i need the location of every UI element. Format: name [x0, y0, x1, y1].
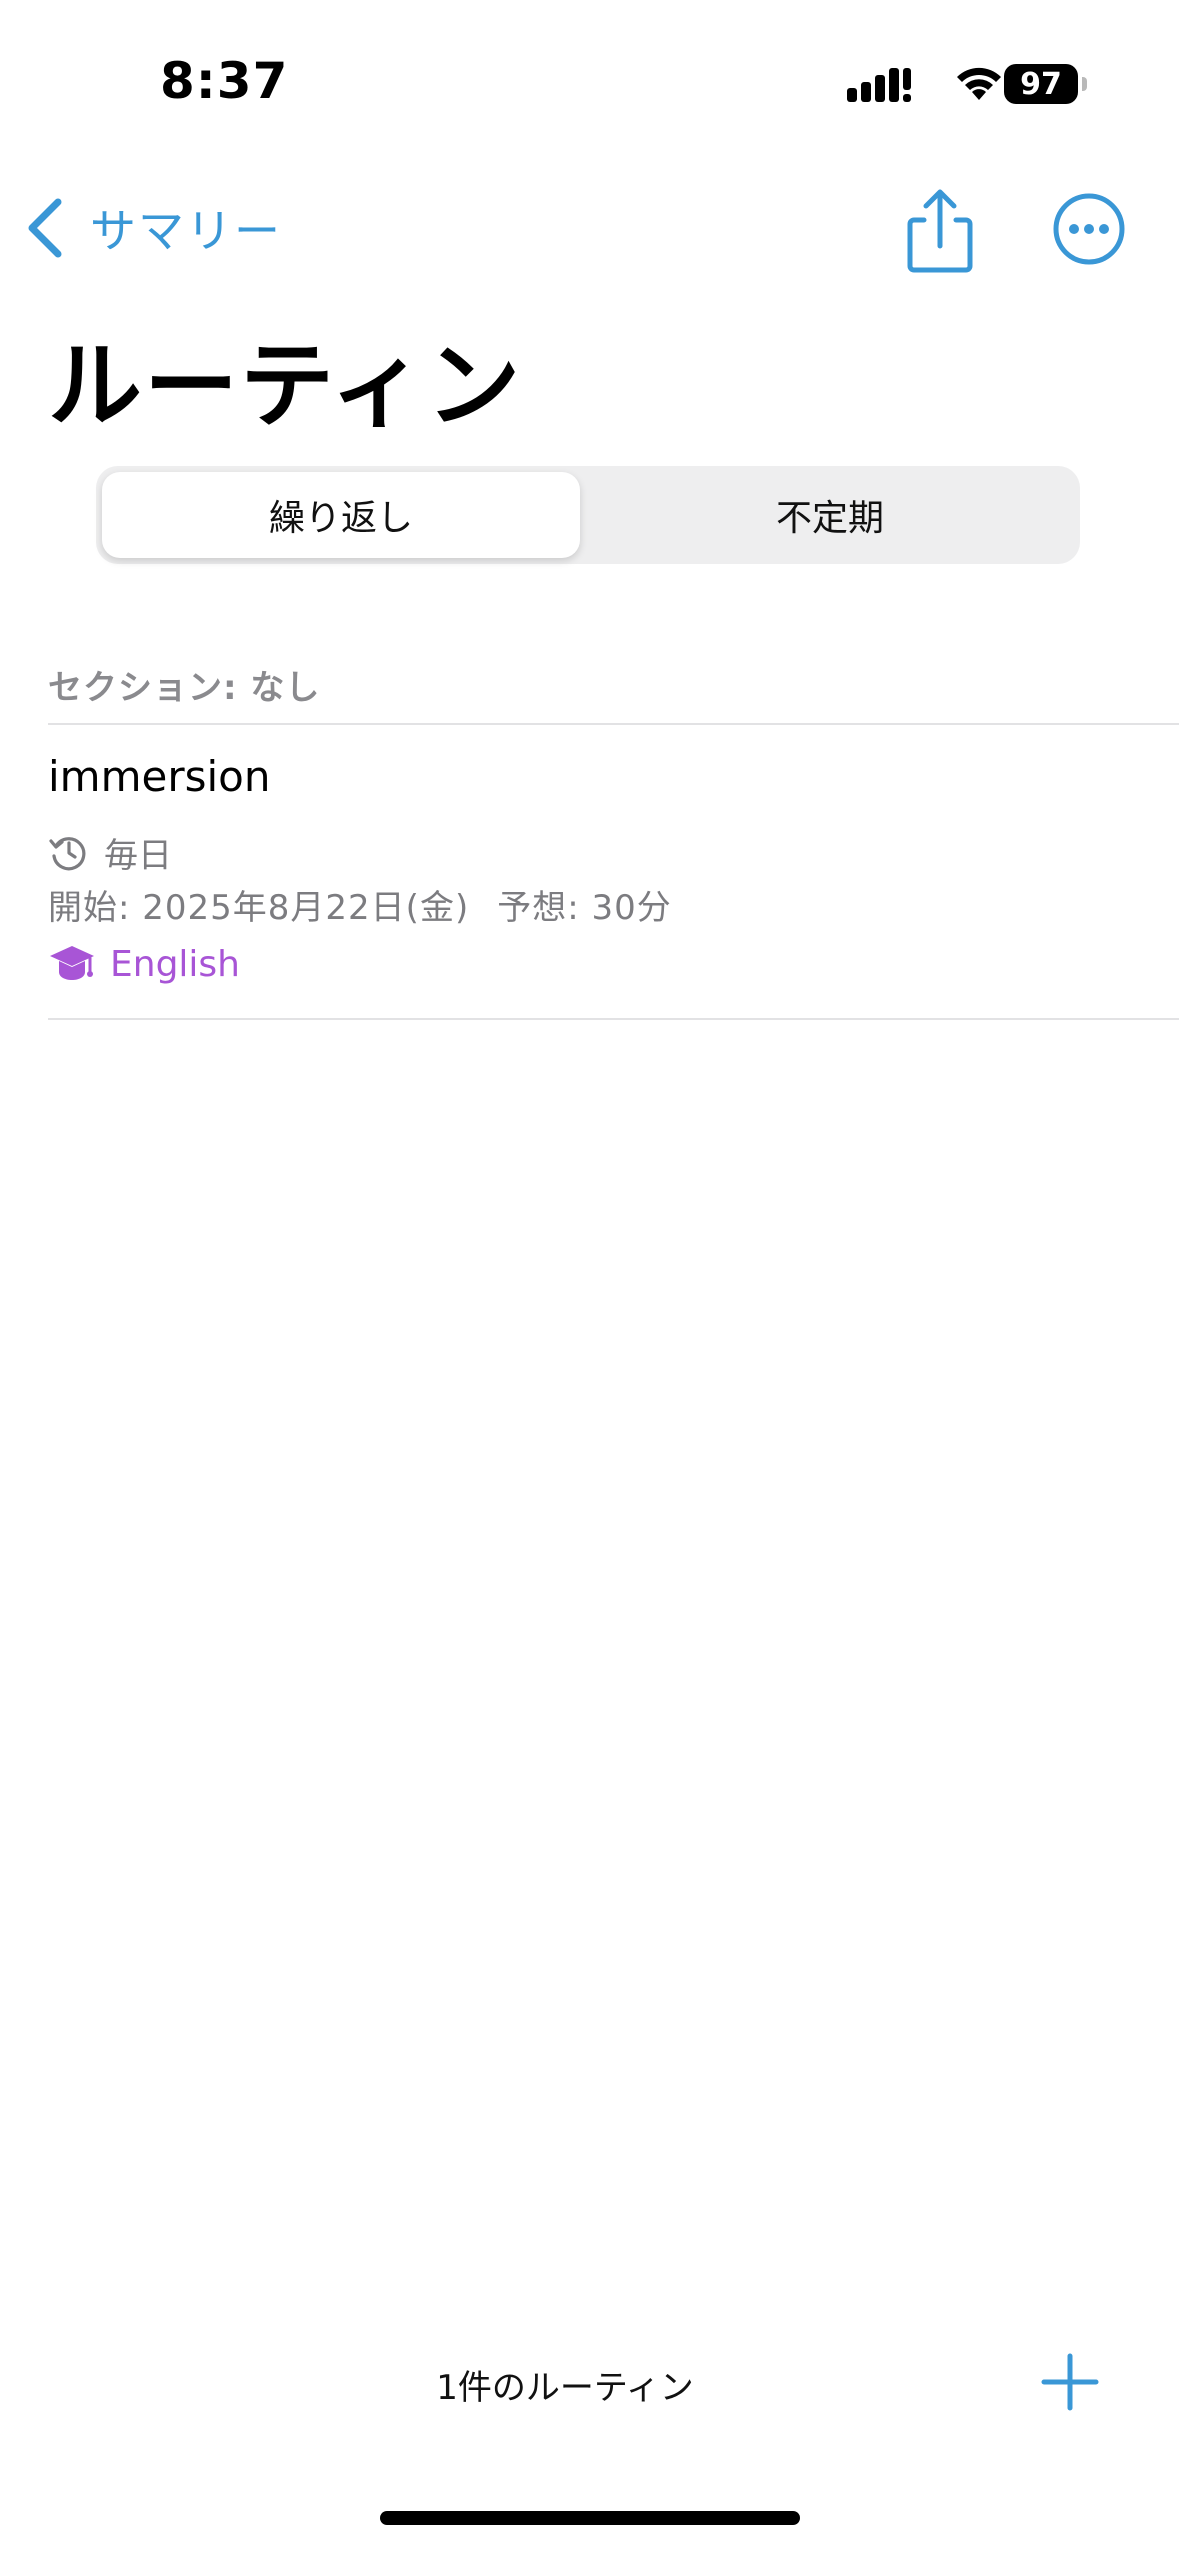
- graduation-cap-icon: [50, 946, 94, 980]
- share-icon[interactable]: [900, 186, 980, 276]
- routine-start: 開始: 2025年8月22日(金): [48, 888, 470, 928]
- history-icon: [49, 837, 86, 871]
- home-indicator[interactable]: [380, 2511, 800, 2525]
- item-divider: [48, 1018, 1179, 1020]
- back-label: サマリー: [90, 204, 282, 258]
- plus-icon[interactable]: [1040, 2352, 1100, 2412]
- more-icon[interactable]: [1052, 192, 1126, 266]
- routine-meta: 開始: 2025年8月22日(金) 予想: 30分: [48, 880, 672, 929]
- routine-name: immersion: [48, 752, 271, 801]
- routine-tag-label: English: [110, 943, 240, 985]
- signal-icon: [847, 68, 911, 102]
- section-divider: [48, 723, 1179, 725]
- chevron-left-icon: [28, 198, 62, 258]
- battery-level: 97: [1020, 66, 1062, 102]
- routine-tag: English: [48, 938, 240, 990]
- page-title: ルーティン: [48, 332, 523, 441]
- routine-estimate: 予想: 30分: [497, 888, 672, 928]
- segmented-control: 繰り返し 不定期: [96, 466, 1080, 564]
- routine-repeat-label: 毎日: [104, 835, 172, 876]
- segment-irregular[interactable]: 不定期: [586, 472, 1074, 558]
- routine-repeat: 毎日: [48, 828, 172, 876]
- screen: 8:37 97 サマリー ルーティン 繰り返し 不定期 セクション: なし im…: [0, 0, 1179, 2556]
- wifi-icon: [957, 67, 1001, 100]
- routine-count: 1件のルーティン: [436, 2368, 694, 2408]
- status-time: 8:37: [160, 52, 289, 110]
- battery-nub: [1082, 77, 1087, 91]
- section-header: セクション: なし: [48, 668, 321, 708]
- back-button[interactable]: サマリー: [24, 188, 282, 268]
- battery-icon: 97: [1004, 64, 1087, 104]
- segment-repeating[interactable]: 繰り返し: [102, 472, 580, 558]
